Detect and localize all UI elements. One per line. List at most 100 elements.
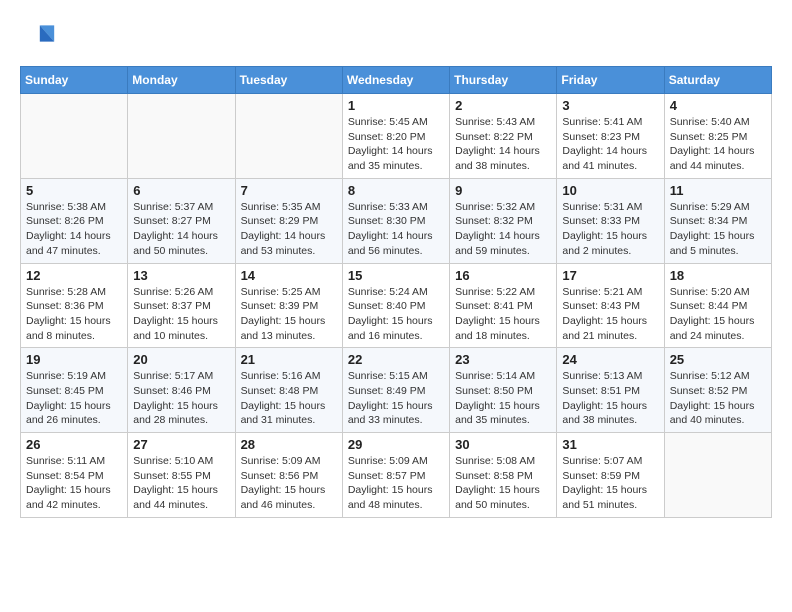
day-number: 7 [241, 183, 337, 198]
column-header-tuesday: Tuesday [235, 67, 342, 94]
calendar-cell: 9 Sunrise: 5:32 AM Sunset: 8:32 PM Daylig… [450, 178, 557, 263]
day-number: 29 [348, 437, 444, 452]
day-info: Sunrise: 5:16 AM Sunset: 8:48 PM Dayligh… [241, 369, 337, 428]
day-info: Sunrise: 5:20 AM Sunset: 8:44 PM Dayligh… [670, 285, 766, 344]
calendar-cell: 23 Sunrise: 5:14 AM Sunset: 8:50 PM Dayli… [450, 348, 557, 433]
day-number: 21 [241, 352, 337, 367]
logo [20, 20, 62, 56]
calendar-cell: 25Sunrise: 5:12 AM Sunset: 8:52 PM Dayli… [664, 348, 771, 433]
day-number: 30 [455, 437, 551, 452]
day-info: Sunrise: 5:14 AM Sunset: 8:50 PM Dayligh… [455, 369, 551, 428]
day-number: 18 [670, 268, 766, 283]
calendar-cell: 22Sunrise: 5:15 AM Sunset: 8:49 PM Dayli… [342, 348, 449, 433]
day-info: Sunrise: 5:41 AM Sunset: 8:23 PM Dayligh… [562, 115, 658, 174]
calendar-cell: 21 Sunrise: 5:16 AM Sunset: 8:48 PM Dayli… [235, 348, 342, 433]
day-number: 16 [455, 268, 551, 283]
calendar-cell [664, 433, 771, 518]
column-header-thursday: Thursday [450, 67, 557, 94]
day-number: 11 [670, 183, 766, 198]
week-row-3: 12Sunrise: 5:28 AM Sunset: 8:36 PM Dayli… [21, 263, 772, 348]
calendar-cell: 16 Sunrise: 5:22 AM Sunset: 8:41 PM Dayli… [450, 263, 557, 348]
day-info: Sunrise: 5:43 AM Sunset: 8:22 PM Dayligh… [455, 115, 551, 174]
day-number: 25 [670, 352, 766, 367]
day-info: Sunrise: 5:08 AM Sunset: 8:58 PM Dayligh… [455, 454, 551, 513]
week-row-4: 19 Sunrise: 5:19 AM Sunset: 8:45 PM Dayli… [21, 348, 772, 433]
calendar-cell: 31 Sunrise: 5:07 AM Sunset: 8:59 PM Dayli… [557, 433, 664, 518]
calendar-cell: 27 Sunrise: 5:10 AM Sunset: 8:55 PM Dayli… [128, 433, 235, 518]
day-number: 28 [241, 437, 337, 452]
day-info: Sunrise: 5:09 AM Sunset: 8:56 PM Dayligh… [241, 454, 337, 513]
column-header-sunday: Sunday [21, 67, 128, 94]
day-info: Sunrise: 5:35 AM Sunset: 8:29 PM Dayligh… [241, 200, 337, 259]
day-info: Sunrise: 5:13 AM Sunset: 8:51 PM Dayligh… [562, 369, 658, 428]
day-info: Sunrise: 5:26 AM Sunset: 8:37 PM Dayligh… [133, 285, 229, 344]
day-number: 6 [133, 183, 229, 198]
day-info: Sunrise: 5:22 AM Sunset: 8:41 PM Dayligh… [455, 285, 551, 344]
day-info: Sunrise: 5:24 AM Sunset: 8:40 PM Dayligh… [348, 285, 444, 344]
day-info: Sunrise: 5:21 AM Sunset: 8:43 PM Dayligh… [562, 285, 658, 344]
day-number: 20 [133, 352, 229, 367]
calendar-cell: 17Sunrise: 5:21 AM Sunset: 8:43 PM Dayli… [557, 263, 664, 348]
day-info: Sunrise: 5:29 AM Sunset: 8:34 PM Dayligh… [670, 200, 766, 259]
calendar-cell: 3 Sunrise: 5:41 AM Sunset: 8:23 PM Daylig… [557, 94, 664, 179]
day-info: Sunrise: 5:45 AM Sunset: 8:20 PM Dayligh… [348, 115, 444, 174]
day-info: Sunrise: 5:11 AM Sunset: 8:54 PM Dayligh… [26, 454, 122, 513]
calendar-cell: 4 Sunrise: 5:40 AM Sunset: 8:25 PM Daylig… [664, 94, 771, 179]
calendar-cell: 29 Sunrise: 5:09 AM Sunset: 8:57 PM Dayli… [342, 433, 449, 518]
day-number: 9 [455, 183, 551, 198]
calendar-cell: 20 Sunrise: 5:17 AM Sunset: 8:46 PM Dayli… [128, 348, 235, 433]
calendar-cell: 2 Sunrise: 5:43 AM Sunset: 8:22 PM Daylig… [450, 94, 557, 179]
day-number: 3 [562, 98, 658, 113]
page-header [20, 20, 772, 56]
day-info: Sunrise: 5:10 AM Sunset: 8:55 PM Dayligh… [133, 454, 229, 513]
day-info: Sunrise: 5:33 AM Sunset: 8:30 PM Dayligh… [348, 200, 444, 259]
calendar-cell: 7 Sunrise: 5:35 AM Sunset: 8:29 PM Daylig… [235, 178, 342, 263]
day-number: 13 [133, 268, 229, 283]
day-info: Sunrise: 5:31 AM Sunset: 8:33 PM Dayligh… [562, 200, 658, 259]
calendar-cell [21, 94, 128, 179]
day-info: Sunrise: 5:19 AM Sunset: 8:45 PM Dayligh… [26, 369, 122, 428]
day-number: 19 [26, 352, 122, 367]
column-header-monday: Monday [128, 67, 235, 94]
day-number: 23 [455, 352, 551, 367]
calendar-cell: 6 Sunrise: 5:37 AM Sunset: 8:27 PM Daylig… [128, 178, 235, 263]
calendar-cell: 18 Sunrise: 5:20 AM Sunset: 8:44 PM Dayli… [664, 263, 771, 348]
day-number: 5 [26, 183, 122, 198]
day-info: Sunrise: 5:37 AM Sunset: 8:27 PM Dayligh… [133, 200, 229, 259]
calendar-cell: 5Sunrise: 5:38 AM Sunset: 8:26 PM Daylig… [21, 178, 128, 263]
day-info: Sunrise: 5:28 AM Sunset: 8:36 PM Dayligh… [26, 285, 122, 344]
column-header-friday: Friday [557, 67, 664, 94]
day-number: 24 [562, 352, 658, 367]
week-row-5: 26Sunrise: 5:11 AM Sunset: 8:54 PM Dayli… [21, 433, 772, 518]
calendar-cell: 13 Sunrise: 5:26 AM Sunset: 8:37 PM Dayli… [128, 263, 235, 348]
week-row-1: 1 Sunrise: 5:45 AM Sunset: 8:20 PM Daylig… [21, 94, 772, 179]
day-info: Sunrise: 5:07 AM Sunset: 8:59 PM Dayligh… [562, 454, 658, 513]
day-info: Sunrise: 5:40 AM Sunset: 8:25 PM Dayligh… [670, 115, 766, 174]
day-number: 10 [562, 183, 658, 198]
calendar-cell: 1 Sunrise: 5:45 AM Sunset: 8:20 PM Daylig… [342, 94, 449, 179]
calendar-cell: 30 Sunrise: 5:08 AM Sunset: 8:58 PM Dayli… [450, 433, 557, 518]
calendar-cell: 11 Sunrise: 5:29 AM Sunset: 8:34 PM Dayli… [664, 178, 771, 263]
day-info: Sunrise: 5:17 AM Sunset: 8:46 PM Dayligh… [133, 369, 229, 428]
day-info: Sunrise: 5:32 AM Sunset: 8:32 PM Dayligh… [455, 200, 551, 259]
calendar-cell: 14 Sunrise: 5:25 AM Sunset: 8:39 PM Dayli… [235, 263, 342, 348]
calendar-cell [235, 94, 342, 179]
day-number: 1 [348, 98, 444, 113]
day-number: 2 [455, 98, 551, 113]
day-number: 22 [348, 352, 444, 367]
calendar-cell: 26Sunrise: 5:11 AM Sunset: 8:54 PM Dayli… [21, 433, 128, 518]
calendar-table: SundayMondayTuesdayWednesdayThursdayFrid… [20, 66, 772, 518]
day-info: Sunrise: 5:25 AM Sunset: 8:39 PM Dayligh… [241, 285, 337, 344]
day-number: 27 [133, 437, 229, 452]
calendar-header-row: SundayMondayTuesdayWednesdayThursdayFrid… [21, 67, 772, 94]
day-number: 15 [348, 268, 444, 283]
calendar-cell [128, 94, 235, 179]
day-info: Sunrise: 5:09 AM Sunset: 8:57 PM Dayligh… [348, 454, 444, 513]
day-number: 14 [241, 268, 337, 283]
day-number: 8 [348, 183, 444, 198]
day-number: 31 [562, 437, 658, 452]
calendar-cell: 8 Sunrise: 5:33 AM Sunset: 8:30 PM Daylig… [342, 178, 449, 263]
day-number: 4 [670, 98, 766, 113]
column-header-wednesday: Wednesday [342, 67, 449, 94]
logo-icon [20, 20, 56, 56]
